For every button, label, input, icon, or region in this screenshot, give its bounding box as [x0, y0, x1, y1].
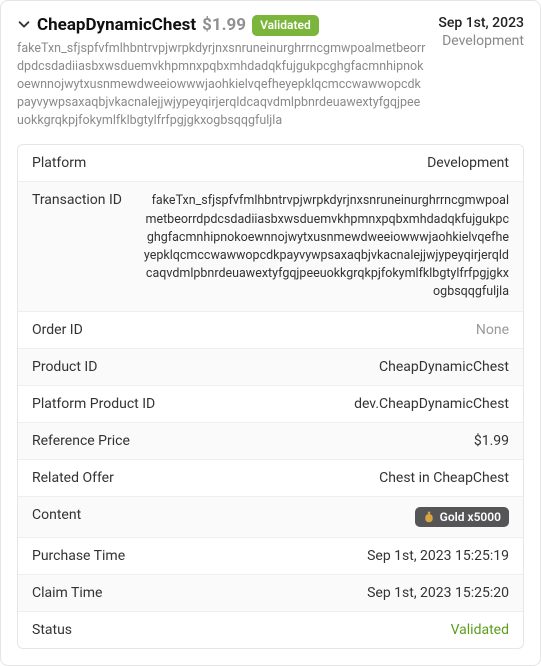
- value-reference-price: $1.99: [474, 433, 509, 449]
- row-related-offer: Related Offer Chest in CheapChest: [18, 460, 523, 497]
- label-status: Status: [32, 622, 72, 638]
- moneybag-icon: [423, 511, 435, 523]
- value-platform: Development: [427, 155, 509, 171]
- value-transaction-id: fakeTxn_sfjspfvfmlhbntrvpjwrpkdyrjnxsnru…: [142, 192, 509, 301]
- details-table: Platform Development Transaction ID fake…: [17, 144, 524, 649]
- label-related-offer: Related Offer: [32, 470, 114, 486]
- header-left: CheapDynamicChest $1.99 Validated fakeTx…: [17, 15, 426, 130]
- header-env: Development: [438, 33, 524, 49]
- row-order-id: Order ID None: [18, 312, 523, 349]
- title-row: CheapDynamicChest $1.99 Validated: [17, 15, 426, 36]
- label-content: Content: [32, 507, 81, 523]
- label-platform: Platform: [32, 155, 86, 171]
- gold-badge-label: Gold x5000: [440, 510, 501, 524]
- value-product-id: CheapDynamicChest: [379, 359, 509, 375]
- row-status: Status Validated: [18, 612, 523, 648]
- row-reference-price: Reference Price $1.99: [18, 423, 523, 460]
- label-order-id: Order ID: [32, 322, 83, 338]
- product-title: CheapDynamicChest: [37, 15, 196, 35]
- value-claim-time: Sep 1st, 2023 15:25:20: [367, 585, 509, 601]
- label-claim-time: Claim Time: [32, 585, 102, 601]
- label-reference-price: Reference Price: [32, 433, 130, 449]
- chevron-down-icon[interactable]: [17, 17, 31, 34]
- value-related-offer: Chest in CheapChest: [379, 470, 509, 486]
- label-purchase-time: Purchase Time: [32, 548, 125, 564]
- value-status: Validated: [451, 622, 509, 638]
- row-claim-time: Claim Time Sep 1st, 2023 15:25:20: [18, 575, 523, 612]
- status-badge: Validated: [252, 15, 319, 36]
- value-platform-product-id: dev.CheapDynamicChest: [354, 396, 509, 412]
- row-purchase-time: Purchase Time Sep 1st, 2023 15:25:19: [18, 538, 523, 575]
- product-price: $1.99: [202, 15, 246, 35]
- transaction-hash-sub: fakeTxn_sfjspfvfmlhbntrvpjwrpkdyrjnxsnru…: [17, 40, 426, 131]
- row-product-id: Product ID CheapDynamicChest: [18, 349, 523, 386]
- label-transaction-id: Transaction ID: [32, 192, 122, 208]
- value-purchase-time: Sep 1st, 2023 15:25:19: [367, 548, 509, 564]
- row-transaction-id: Transaction ID fakeTxn_sfjspfvfmlhbntrvp…: [18, 182, 523, 312]
- value-content: Gold x5000: [415, 507, 509, 527]
- card-header: CheapDynamicChest $1.99 Validated fakeTx…: [17, 15, 524, 130]
- row-content: Content Gold x5000: [18, 497, 523, 538]
- gold-badge: Gold x5000: [415, 507, 509, 527]
- value-order-id: None: [476, 322, 509, 338]
- header-date: Sep 1st, 2023: [438, 15, 524, 31]
- row-platform: Platform Development: [18, 145, 523, 182]
- row-platform-product-id: Platform Product ID dev.CheapDynamicChes…: [18, 386, 523, 423]
- header-right: Sep 1st, 2023 Development: [438, 15, 524, 49]
- transaction-card: CheapDynamicChest $1.99 Validated fakeTx…: [0, 0, 541, 666]
- label-platform-product-id: Platform Product ID: [32, 396, 155, 412]
- label-product-id: Product ID: [32, 359, 97, 375]
